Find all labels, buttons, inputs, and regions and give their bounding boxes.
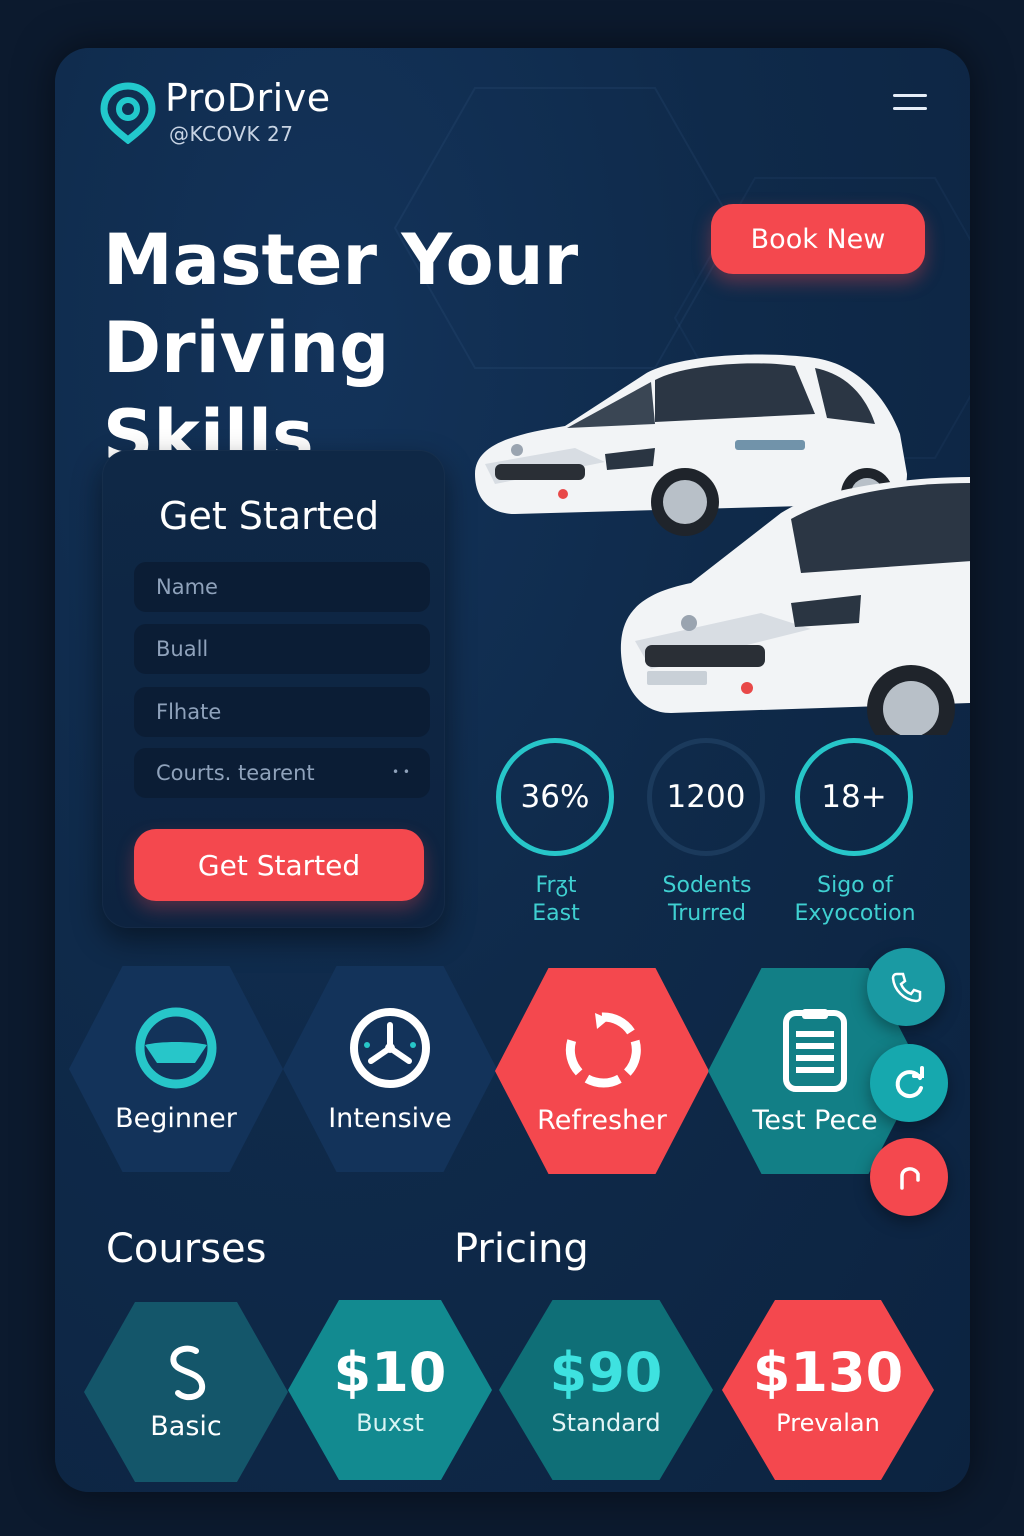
sync-icon bbox=[895, 1066, 924, 1099]
steering-wheel-icon bbox=[135, 1007, 217, 1088]
plan-name: Basic bbox=[150, 1410, 222, 1442]
car-image-rear bbox=[620, 477, 970, 735]
stat-students: 1200 Sodents Trurred bbox=[647, 738, 767, 928]
stat-label-line: Sigo of bbox=[817, 873, 893, 898]
form-title: Get Started bbox=[159, 494, 380, 538]
location-pin-icon bbox=[100, 82, 156, 144]
name-field[interactable]: Name bbox=[134, 562, 430, 612]
clipboard-icon bbox=[783, 1008, 847, 1092]
email-field[interactable]: Buall bbox=[134, 624, 430, 674]
get-started-button[interactable]: Get Started bbox=[134, 829, 424, 901]
menu-line-icon bbox=[893, 94, 927, 97]
stat-label-line: Trurred bbox=[668, 901, 746, 926]
stat-experience: 18+ Sigo of Exyocotion bbox=[790, 738, 920, 928]
stat-label-line: Sodents bbox=[662, 873, 752, 898]
course-label: Test Pece bbox=[752, 1104, 878, 1136]
stat-ring: 18+ bbox=[795, 738, 913, 856]
course-select[interactable]: Courts. tearent • • bbox=[134, 748, 430, 798]
stat-ring: 1200 bbox=[647, 738, 765, 856]
course-label: Beginner bbox=[115, 1102, 237, 1134]
dashboard-icon bbox=[350, 1007, 430, 1088]
arrow-icon bbox=[900, 1167, 920, 1190]
stat-label: Sigo of Exyocotion bbox=[790, 872, 920, 928]
dropdown-indicator-icon: • • bbox=[392, 765, 410, 779]
stat-label-line: Frᵹt bbox=[535, 873, 577, 898]
hero-title-line1: Master Your bbox=[103, 219, 579, 301]
hamburger-menu-button[interactable] bbox=[893, 94, 927, 118]
stat-label: Sodents Trurred bbox=[647, 872, 767, 928]
navigate-button[interactable] bbox=[870, 1138, 948, 1216]
phone-field[interactable]: Flhate bbox=[134, 687, 430, 737]
stat-label-line: East bbox=[532, 901, 580, 926]
plan-price: $10 bbox=[333, 1341, 447, 1404]
section-heading-pricing: Pricing bbox=[454, 1226, 589, 1272]
stat-label-line: Exyocotion bbox=[794, 901, 916, 926]
sync-button[interactable] bbox=[870, 1044, 948, 1122]
book-now-button[interactable]: Book New bbox=[711, 204, 925, 274]
stat-pass-rate: 36% Frᵹt East bbox=[496, 738, 616, 928]
section-heading-courses: Courses bbox=[106, 1226, 267, 1272]
call-button[interactable] bbox=[867, 948, 945, 1026]
course-select-label: Courts. tearent bbox=[156, 761, 315, 785]
plan-name: Buxst bbox=[356, 1409, 424, 1437]
plan-name: Standard bbox=[551, 1409, 661, 1437]
plan-price: $90 bbox=[549, 1341, 663, 1404]
s-curve-icon bbox=[170, 1345, 206, 1400]
course-label: Refresher bbox=[537, 1104, 667, 1136]
menu-line-icon bbox=[893, 107, 927, 110]
refresh-icon bbox=[565, 1011, 641, 1087]
course-label: Intensive bbox=[328, 1102, 452, 1134]
phone-icon bbox=[891, 972, 922, 1003]
brand-name: ProDrive bbox=[165, 76, 331, 120]
app-screen: ProDrive @KCOVK 27 Master Your Driving S… bbox=[55, 48, 970, 1492]
brand-tagline: @KCOVK 27 bbox=[169, 122, 294, 146]
plan-name: Prevalan bbox=[776, 1409, 880, 1437]
stat-label: Frᵹt East bbox=[496, 872, 616, 928]
logo[interactable] bbox=[100, 82, 156, 144]
plan-price: $130 bbox=[752, 1341, 904, 1404]
stat-ring: 36% bbox=[496, 738, 614, 856]
